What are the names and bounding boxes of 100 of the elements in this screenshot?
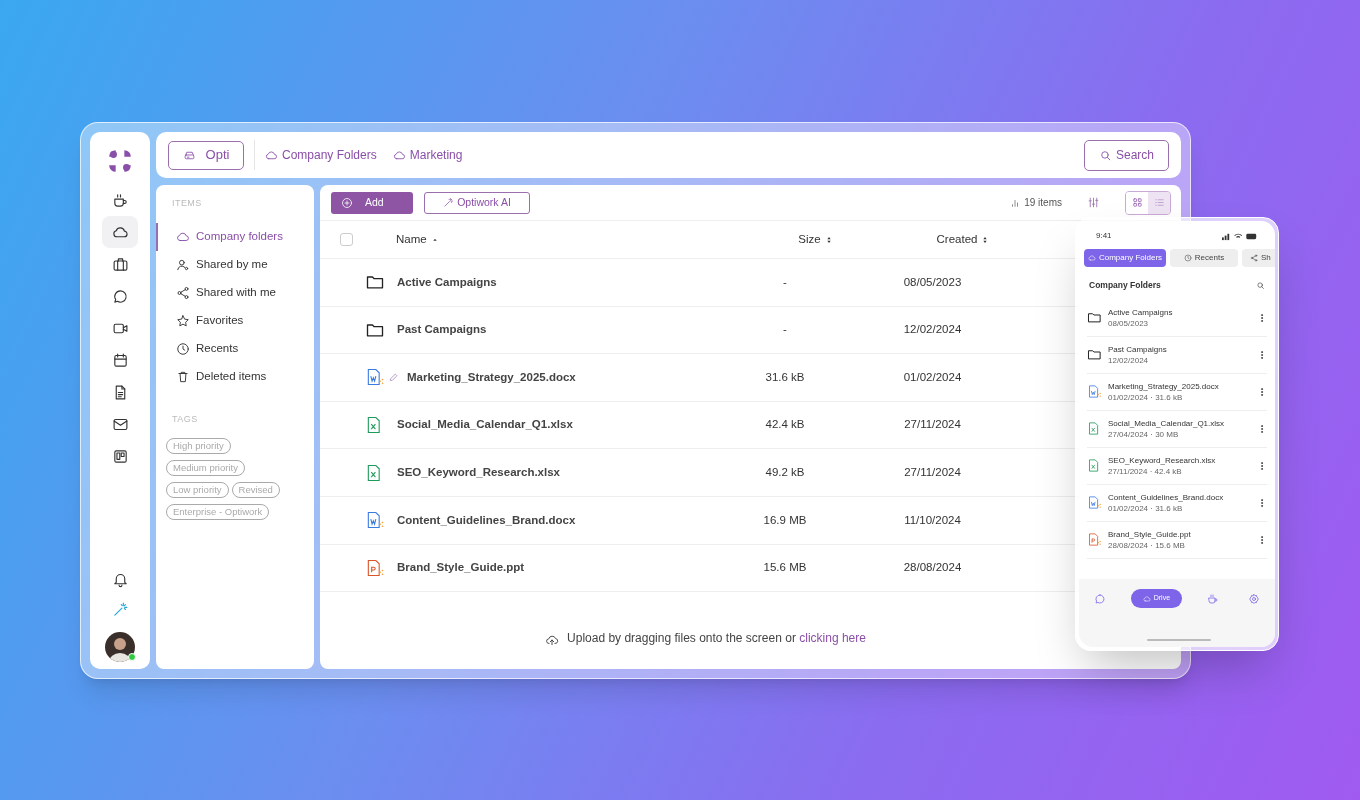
share-icon [1250, 254, 1258, 262]
column-header[interactable]: Size [798, 230, 834, 249]
sidebar-item[interactable]: Shared with me [166, 278, 304, 307]
phone-file-name: Content_Guidelines_Brand.docx [1108, 491, 1225, 503]
magic-wand-icon [111, 600, 129, 618]
phone-file-meta: 28/08/2024 · 15.6 MB [1108, 539, 1186, 551]
search-icon [1256, 280, 1265, 290]
phone-file-name: Marketing_Strategy_2025.docx [1108, 380, 1220, 392]
briefcase-icon [111, 255, 129, 273]
optiwork-ai-button[interactable]: Optiwork AI [424, 191, 530, 214]
phone-file-meta: 01/02/2024 · 31.6 kB [1108, 391, 1184, 403]
file-row[interactable]: Marketing_Strategy_2025.docx 31.6 kB 01/02/2024 [320, 354, 1074, 401]
phone-file-name: Social_Media_Calendar_Q1.xlsx [1108, 417, 1226, 429]
phone-file-meta: 12/02/2024 [1108, 354, 1150, 366]
folder-icon [1087, 310, 1102, 326]
phone-file-meta: 01/02/2024 · 31.6 kB [1108, 502, 1184, 514]
table-cell-text: 12/02/2024 [903, 322, 962, 338]
file-name: Brand_Style_Guide.ppt [397, 560, 525, 576]
board-icon [111, 447, 129, 465]
table-cell-text: 16.9 MB [763, 512, 807, 528]
file-row[interactable]: SEO_Keyword_Research.xlsx 49.2 kB 27/11/2024 [320, 449, 1074, 496]
table-cell-text: 49.2 kB [765, 465, 805, 481]
list-icon [1153, 197, 1165, 208]
grid-icon [1131, 197, 1143, 208]
add-button[interactable]: Add [331, 191, 413, 214]
sidebar-item[interactable]: Company folders [156, 222, 304, 251]
phone-file-name: SEO_Keyword_Research.xlsx [1108, 454, 1217, 466]
phone-file-name: Brand_Style_Guide.ppt [1108, 528, 1192, 540]
file-name: Content_Guidelines_Brand.docx [397, 512, 576, 528]
phone-tab[interactable]: Recents [1170, 249, 1238, 267]
upload-icon [545, 633, 560, 647]
upload-link[interactable]: clicking here [799, 631, 866, 645]
phone-file-meta: 27/11/2024 · 42.4 kB [1108, 465, 1183, 477]
user-avatar[interactable] [105, 632, 135, 662]
sliders-icon [1087, 196, 1100, 209]
item-count: 19 items [1024, 196, 1062, 210]
select-all-checkbox[interactable] [340, 233, 353, 246]
status-icons [1222, 231, 1258, 241]
phone-file-row[interactable]: Marketing_Strategy_2025.docx 01/02/2024 · 31.6 kB [1087, 373, 1267, 411]
logo-icon [107, 148, 133, 174]
breadcrumb-link[interactable]: Company Folders [265, 146, 377, 164]
table-cell-text: - [783, 274, 787, 290]
table-cell-text: - [783, 322, 787, 338]
cloud-icon [1142, 594, 1151, 603]
sidebar-item[interactable]: Favorites [166, 306, 304, 335]
phone-file-name: Past Campaigns [1108, 343, 1168, 355]
sidebar-item[interactable]: Recents [166, 334, 304, 363]
phone-file-row[interactable]: Past Campaigns 12/02/2024 [1087, 336, 1267, 374]
person-icon [176, 257, 190, 272]
sidebar-item[interactable]: Deleted items [166, 362, 304, 391]
file-name: Marketing_Strategy_2025.docx [407, 369, 576, 385]
rail-cloud-button[interactable] [102, 216, 138, 248]
file-name: Active Campaigns [397, 274, 497, 290]
phone-tab[interactable]: Sh [1242, 249, 1275, 267]
breadcrumb-link[interactable]: Marketing [392, 146, 463, 164]
table-cell-text: 31.6 kB [765, 369, 805, 385]
phone-file-row[interactable]: SEO_Keyword_Research.xlsx 27/11/2024 · 42.4 kB [1087, 447, 1267, 485]
table-cell-text: 15.6 MB [763, 560, 807, 576]
sidebar-item[interactable]: Shared by me [166, 250, 304, 279]
file-row[interactable]: Social_Media_Calendar_Q1.xlsx 42.4 kB 27/11/2024 [320, 401, 1074, 449]
phone-tab[interactable]: Company Folders [1084, 249, 1166, 267]
magic-wand-icon [443, 197, 455, 208]
share-icon [176, 285, 190, 300]
filter-button[interactable] [1087, 196, 1100, 209]
clock-icon [176, 341, 190, 356]
file-row[interactable]: Past Campaigns - 12/02/2024 [320, 306, 1074, 354]
file-name: Past Campaigns [397, 322, 487, 338]
workspace-button[interactable]: Opti [168, 140, 244, 170]
file-row[interactable]: Content_Guidelines_Brand.docx 16.9 MB 11/10/2024 [320, 496, 1074, 544]
plus-icon [341, 196, 353, 209]
file-row[interactable]: Brand_Style_Guide.ppt 15.6 MB 28/08/2024 [320, 544, 1074, 592]
section-heading: TAGS [172, 412, 199, 426]
phone-file-row[interactable]: Active Campaigns 08/05/2023 [1087, 299, 1267, 337]
table-cell-text: 42.4 kB [765, 417, 805, 433]
table-cell-text: 11/10/2024 [904, 512, 961, 528]
file-name: SEO_Keyword_Research.xlsx [397, 465, 560, 481]
table-cell-text: 08/05/2023 [903, 274, 962, 290]
upload-hint: Upload by dragging files onto the screen or clicking here [567, 630, 866, 647]
section-heading: ITEMS [172, 197, 203, 210]
file-name: Social_Media_Calendar_Q1.xlsx [397, 417, 573, 433]
file-row[interactable]: Active Campaigns - 08/05/2023 [320, 259, 1074, 306]
table-cell-text: 28/08/2024 [903, 560, 962, 576]
star-icon [176, 313, 190, 328]
table-cell-text: 01/02/2024 [903, 369, 962, 385]
chat-bubble-icon [1093, 592, 1106, 605]
chat-bubble-icon [111, 287, 129, 305]
coffee-cup-icon [111, 191, 129, 209]
column-header[interactable]: Created [936, 230, 991, 249]
coffee-cup-icon [1207, 592, 1220, 605]
cloud-icon [265, 148, 278, 162]
search-button[interactable]: Search [1084, 139, 1169, 171]
phone-file-row[interactable]: Social_Media_Calendar_Q1.xlsx 27/04/2024 · 30 MB [1087, 410, 1267, 448]
search-icon [1099, 148, 1112, 162]
phone-file-name: Active Campaigns [1108, 306, 1174, 318]
phone-file-row[interactable]: Brand_Style_Guide.ppt 28/08/2024 · 15.6 MB [1087, 521, 1267, 559]
phone-file-row[interactable]: Content_Guidelines_Brand.docx 01/02/2024 · 31.6 kB [1087, 484, 1267, 522]
phone-heading: Company Folders [1089, 279, 1161, 292]
bar-chart-icon [1010, 197, 1021, 208]
column-header[interactable]: Name [396, 230, 440, 249]
cloud-icon [392, 148, 406, 162]
